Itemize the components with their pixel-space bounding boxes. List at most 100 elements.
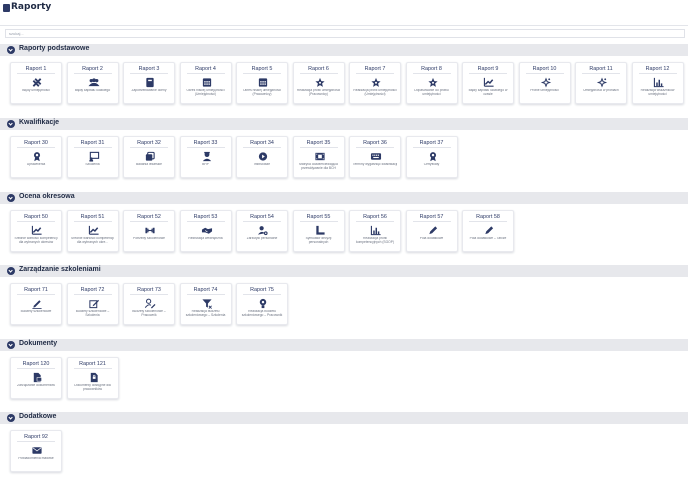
report-card[interactable]: Raport 8 Dopasowanie do profilu umiejętno… [405, 62, 458, 104]
report-card-title: Raport 35 [306, 140, 331, 146]
report-card-label: Błędy kapitału ludzkiego w czasie [468, 89, 508, 96]
book-icon [146, 77, 154, 88]
report-card[interactable]: Raport 121 Dokumenty dostępne dla pracown… [66, 357, 119, 399]
report-card[interactable]: Raport 71 Budżety szkoleniowe [10, 283, 62, 325]
report-card-label: Średnie wartości kompetencji dla wybrany… [71, 237, 114, 244]
report-card[interactable]: Raport 2 Błędy kapitału ludzkiego [66, 62, 119, 104]
report-card[interactable]: Raport 1 Błędy umiejętności [10, 62, 62, 104]
report-card[interactable]: Raport 37 Certyfikaty [405, 136, 458, 178]
report-card-title: Raport 55 [306, 214, 331, 220]
card-divider [469, 221, 507, 222]
report-card[interactable]: Raport 72 Budżety szkoleniowe – Szkolenia [66, 283, 119, 325]
report-card[interactable]: Raport 3 Zapotrzebowanie oceny [123, 62, 175, 104]
report-card[interactable]: Raport 32 Badania lekarskie [123, 136, 175, 178]
report-card-label: Błędy kapitału ludzkiego [74, 89, 111, 92]
presentation-icon [88, 151, 99, 162]
report-card[interactable]: Raport 92 Powiadomienia mailowe [10, 430, 62, 472]
document-lock-icon [90, 372, 98, 383]
report-card[interactable]: Raport 10 Profile umiejętności [518, 62, 571, 104]
report-card[interactable]: Raport 52 Potrzeby szkoleniowe [123, 210, 175, 252]
report-card[interactable]: Raport 50 Średnie wartości kompetencji dl… [10, 210, 62, 252]
report-card[interactable]: Raport 36 Terminy wygaśnięć kwalifikacji [349, 136, 401, 178]
calendar-icon [258, 78, 268, 87]
report-card-title: Raport 33 [193, 140, 218, 146]
card-divider [186, 73, 225, 74]
card-divider [73, 294, 112, 295]
section-header[interactable]: Kwalifikacje [0, 118, 688, 130]
report-card-title: Raport 6 [308, 66, 329, 72]
search-input[interactable]: szukaj... [5, 29, 685, 38]
card-divider [356, 147, 394, 148]
document-icon [33, 372, 42, 383]
card-divider [17, 368, 55, 369]
report-card[interactable]: Raport 11 Umiejętności w profilach [575, 62, 627, 104]
report-card-title: Raport 54 [250, 214, 274, 220]
report-card-label: Powiadomienia mailowe [18, 457, 54, 460]
report-card[interactable]: Raport 73 Budżety szkoleniowe – Pracownik [123, 283, 175, 325]
report-card-title: Raport 31 [80, 140, 105, 146]
report-card[interactable]: Raport 34 Instruktaże [236, 136, 288, 178]
report-card-label: BHP [202, 163, 209, 166]
report-card[interactable]: Raport 5 Okres niskiej umiejętności (Prac… [236, 62, 288, 104]
report-card[interactable]: Raport 35 Matryca odzwierciedlająca przew… [292, 136, 345, 178]
report-card-label: Terminy wygaśnięć kwalifikacji [352, 163, 398, 166]
report-card[interactable]: Raport 30 Uprawnienia [10, 136, 62, 178]
report-card[interactable]: Raport 58 Pola dodatkowe – Tarcze [462, 210, 514, 252]
report-card[interactable]: Raport 74 Realizacja budżetu szkolenioweg… [179, 283, 232, 325]
report-card-title: Raport 71 [24, 287, 48, 293]
report-card-label: Pola dodatkowe [419, 237, 444, 240]
card-divider [186, 221, 225, 222]
section-header[interactable]: Ocena okresowa [0, 192, 688, 204]
section-header[interactable]: Dokumenty [0, 339, 688, 351]
card-divider [130, 221, 168, 222]
chevron-down-icon[interactable] [7, 414, 15, 422]
card-divider [17, 147, 55, 148]
report-card[interactable]: Raport 33 BHP [179, 136, 232, 178]
report-card[interactable]: Raport 51 Średnie wartości kompetencji dl… [66, 210, 119, 252]
page-header: Raporty [0, 0, 688, 26]
report-card[interactable]: Raport 31 Szkolenia [66, 136, 119, 178]
report-card[interactable]: Raport 9 Błędy kapitału ludzkiego w czasi… [462, 62, 514, 104]
card-divider [73, 73, 112, 74]
report-card[interactable]: Raport 55 Symulator decyzji personalnych [292, 210, 345, 252]
card-divider [582, 73, 620, 74]
film-icon [258, 152, 268, 161]
report-card-title: Raport 11 [589, 66, 613, 72]
ruler-icon [315, 225, 325, 235]
report-card[interactable]: Raport 4 Okres niskiej umiejętności (Umie… [179, 62, 232, 104]
card-divider [638, 73, 677, 74]
card-divider [186, 147, 225, 148]
report-card-label: Dokumenty dostępne dla pracowników [74, 384, 111, 391]
card-divider [186, 294, 225, 295]
report-card[interactable]: Raport 12 Realizacja wskaźników umiejętno… [631, 62, 684, 104]
report-card[interactable]: Raport 54 Zarzutyki personalne [236, 210, 288, 252]
report-card-label: Budżety szkoleniowe [20, 310, 52, 313]
tools-icon [32, 78, 42, 87]
report-card-title: Raport 1 [25, 66, 47, 72]
report-card-title: Raport 92 [24, 434, 48, 440]
report-card[interactable]: Raport 6 Realizacja profili umiejętności … [292, 62, 345, 104]
report-card[interactable]: Raport 75 Realizacja budżetu szkolenioweg… [236, 283, 288, 325]
chevron-down-icon[interactable] [7, 194, 15, 202]
report-card[interactable]: Raport 53 Rekrutacja wewnętrzna [179, 210, 232, 252]
section-header[interactable]: Dodatkowe [0, 412, 688, 424]
chevron-down-icon[interactable] [7, 46, 15, 54]
report-card[interactable]: Raport 120 Zarządzanie dokumentów [10, 357, 62, 399]
chevron-down-icon[interactable] [7, 267, 15, 275]
report-card-label: Dopasowanie do profilu umiejętności [414, 89, 449, 96]
badge-icon [33, 152, 41, 162]
report-card-title: Raport 36 [363, 140, 387, 146]
pencil-icon [428, 226, 437, 235]
copy-icon [145, 151, 155, 161]
chevron-down-icon[interactable] [7, 120, 15, 128]
report-card-title: Raport 73 [137, 287, 161, 293]
report-card[interactable]: Raport 56 Realizacja profili kompetencyjn… [349, 210, 401, 252]
report-card[interactable]: Raport 7 Realizacja profili umiejętności … [349, 62, 401, 104]
report-card[interactable]: Raport 57 Pola dodatkowe [405, 210, 458, 252]
report-card-label: Błędy umiejętności [22, 89, 50, 92]
card-divider [17, 294, 55, 295]
section-header[interactable]: Raporty podstawowe [0, 44, 688, 56]
card-divider [243, 294, 281, 295]
chevron-down-icon[interactable] [7, 341, 15, 349]
section-header[interactable]: Zarządzanie szkoleniami [0, 265, 688, 277]
